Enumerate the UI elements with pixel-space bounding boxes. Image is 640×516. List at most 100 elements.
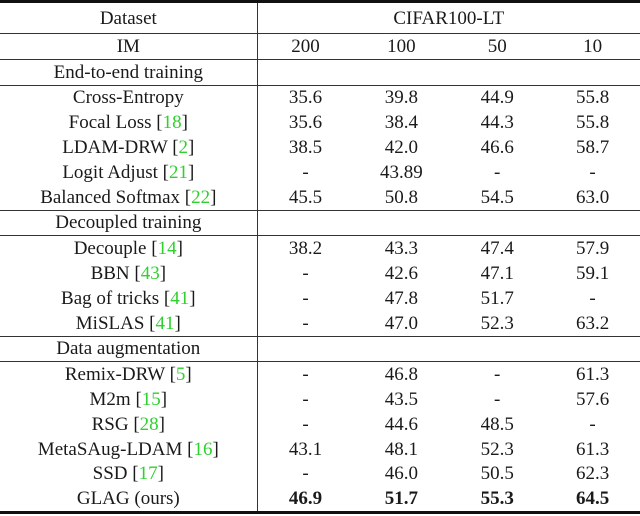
value-cell: 42.6 [384, 263, 418, 285]
value-cell: 51.7 [480, 287, 514, 309]
value-cell: 39.8 [384, 87, 418, 109]
table-row: Decouple [14] 38.2 43.3 47.4 57.9 [0, 235, 640, 262]
citation-link[interactable]: 14 [158, 238, 177, 259]
citation-link[interactable]: 41 [156, 313, 175, 334]
value-cell: 35.6 [288, 112, 323, 134]
citation-link[interactable]: 21 [169, 162, 188, 183]
value-cell: 63.0 [545, 184, 640, 211]
citation-link[interactable]: 2 [179, 137, 189, 158]
method-cell: Focal Loss [18] [0, 110, 258, 136]
table-row: Logit Adjust [21] - 43.89 - - [0, 159, 640, 185]
value-cell: 43.89 [379, 161, 423, 183]
value-cell: 52.3 [449, 310, 546, 337]
method-name: MetaSAug-LDAM [37, 438, 183, 460]
method-cell: BBN [43] [0, 261, 258, 286]
method-cell: GLAG (ours) [0, 486, 258, 515]
value-cell: 42.0 [384, 137, 418, 159]
value-cell: 55.3 [449, 486, 546, 515]
table-row: Balanced Softmax [22] 45.5 50.8 54.5 63.0 [0, 184, 640, 211]
method-name: Cross-Entropy [72, 87, 184, 109]
table-row: BBN [43] - 42.6 47.1 59.1 [0, 261, 640, 286]
value-cell: 47.0 [353, 310, 450, 337]
method-name: Balanced Softmax [40, 186, 181, 208]
table-row: GLAG (ours) 46.9 51.7 55.3 64.5 [0, 486, 640, 515]
im-label: IM [0, 33, 258, 60]
value-cell: - [302, 413, 309, 435]
value-cell: - [302, 364, 309, 386]
citation-link[interactable]: 15 [142, 389, 161, 410]
method-cell: LDAM-DRW [2] [0, 135, 258, 160]
value-cell: 47.8 [384, 287, 418, 309]
table-row: SSD [17] - 46.0 50.5 62.3 [0, 461, 640, 487]
citation-link[interactable]: 22 [191, 187, 210, 208]
value-cell: 38.4 [384, 112, 418, 134]
value-cell: 54.5 [449, 184, 546, 211]
value-cell: - [589, 413, 596, 435]
section-header-row: Decoupled training [0, 210, 640, 237]
method-cell: Remix-DRW [5] [0, 361, 258, 388]
table-row: MiSLAS [41] -47.0 52.3 63.2 [0, 310, 640, 337]
method-cell: SSD [17] [0, 461, 258, 487]
value-cell: 46.8 [384, 364, 418, 386]
value-cell: 52.3 [480, 438, 514, 460]
value-cell: 43.3 [384, 238, 418, 260]
value-cell: - [257, 310, 354, 337]
section-header-row: Data augmentation [0, 336, 640, 363]
value-cell: 50.8 [353, 184, 450, 211]
citation-link[interactable]: 28 [140, 414, 159, 435]
citation-link[interactable]: 16 [193, 439, 212, 460]
section-empty-cell [257, 59, 640, 86]
method-cell: Bag of tricks [41] [0, 285, 258, 311]
value-cell: 46.6 [480, 137, 514, 159]
table-row: Cross-Entropy 35.6 39.8 44.9 55.8 [0, 85, 640, 111]
value-cell: - [494, 389, 501, 411]
value-cell: 63.2 [545, 310, 640, 337]
value-cell: 61.3 [575, 438, 610, 460]
citation-link[interactable]: 17 [139, 463, 158, 484]
value-cell: 43.1 [288, 438, 323, 460]
value-cell: 46.0 [384, 463, 418, 485]
value-cell: 48.5 [480, 413, 514, 435]
method-cell: Balanced Softmax [22] [0, 184, 258, 211]
table-row: Focal Loss [18] 35.6 38.4 44.3 55.8 [0, 110, 640, 136]
value-cell: - [302, 389, 309, 411]
method-name: Bag of tricks [61, 287, 160, 309]
citation-link[interactable]: 43 [141, 263, 160, 284]
value-cell: - [302, 463, 309, 485]
method-cell: Logit Adjust [21] [0, 159, 258, 185]
value-cell: 45.5 [257, 184, 354, 211]
value-cell: 62.3 [575, 463, 610, 485]
method-name: LDAM-DRW [62, 137, 168, 159]
method-name: BBN [90, 263, 130, 285]
method-cell: Cross-Entropy [0, 85, 258, 111]
method-name: Decouple [73, 238, 147, 260]
method-cell: Decouple [14] [0, 235, 258, 262]
value-cell: 44.6 [384, 413, 418, 435]
section-empty-cell [257, 210, 640, 237]
method-name: Remix-DRW [64, 364, 165, 386]
value-cell: 57.6 [575, 389, 610, 411]
value-cell: - [589, 287, 596, 309]
citation-link[interactable]: 41 [170, 288, 189, 309]
method-cell: MetaSAug-LDAM [16] [0, 436, 258, 462]
table-row: Bag of tricks [41] - 47.8 51.7 - [0, 285, 640, 311]
method-name: GLAG (ours) [76, 488, 180, 510]
citation-link[interactable]: 5 [176, 364, 186, 385]
citation-link[interactable]: 18 [163, 112, 182, 133]
method-name: MiSLAS [75, 312, 145, 334]
value-cell: 35.6 [288, 87, 323, 109]
im-value: 200 [257, 33, 354, 60]
im-value: 10 [545, 33, 640, 60]
value-cell: 38.2 [288, 238, 323, 260]
results-table: Dataset CIFAR100-LT IM 200 100 50 10 End… [0, 0, 640, 515]
section-empty-cell [257, 336, 640, 363]
value-cell: - [302, 161, 309, 183]
value-cell: 44.9 [480, 87, 514, 109]
section-title: Decoupled training [0, 210, 258, 237]
im-value: 50 [449, 33, 546, 60]
method-name: M2m [89, 389, 131, 411]
method-name: Logit Adjust [62, 161, 158, 183]
value-cell: - [302, 263, 309, 285]
method-cell: M2m [15] [0, 387, 258, 412]
table-row: M2m [15] - 43.5 - 57.6 [0, 387, 640, 412]
